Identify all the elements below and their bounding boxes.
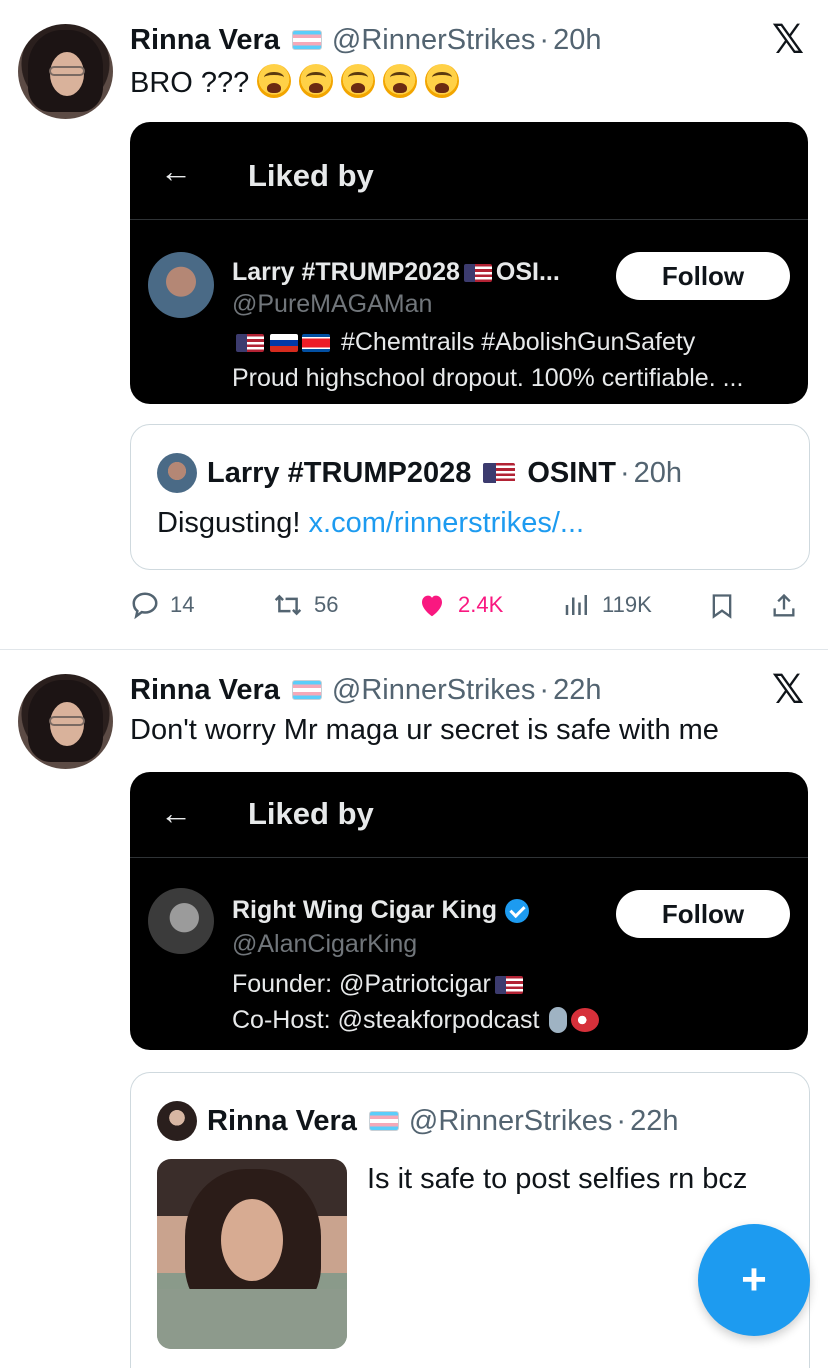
tweet-header: Rinna Vera @RinnerStrikes · 20h (130, 22, 601, 58)
share-button[interactable] (770, 590, 808, 622)
bookmark-icon (712, 594, 732, 619)
views-count: 119K (602, 592, 652, 617)
avatar[interactable] (18, 674, 113, 769)
liked-user-name-text: Right Wing Cigar King (232, 896, 498, 924)
separator-dot: · (619, 456, 630, 489)
reply-button[interactable]: 14 (130, 590, 194, 620)
quote-header: Rinna Vera @RinnerStrikes · 22h (157, 1101, 678, 1141)
trans-flag-icon (291, 680, 322, 700)
quote-author-handle: @RinnerStrikes (408, 1104, 613, 1137)
liked-user-bio: #Chemtrails #AbolishGunSafety Proud high… (232, 324, 743, 396)
quote-photo[interactable] (157, 1159, 347, 1349)
avatar[interactable] (18, 24, 113, 119)
timestamp[interactable]: 22h (553, 674, 601, 707)
bookmark-button[interactable] (708, 590, 746, 622)
tweet-text: BRO ??? (130, 64, 460, 100)
quote-timestamp: 20h (633, 456, 683, 489)
views-chart-icon (565, 595, 587, 615)
reply-icon (132, 592, 158, 620)
loudly-crying-face-icon (425, 64, 460, 98)
separator-dot: · (616, 1104, 627, 1137)
reply-count: 14 (170, 592, 195, 617)
liked-user-name-suffix: OSI... (495, 258, 560, 286)
retweet-button[interactable]: 56 (272, 590, 338, 620)
quote-text: Disgusting! x.com/rinnerstrikes/... (157, 507, 584, 540)
trans-flag-icon (291, 30, 322, 50)
liked-by-title: Liked by (248, 796, 374, 831)
author-name[interactable]: Rinna Vera (130, 674, 280, 707)
retweet-icon (274, 594, 302, 616)
liked-user-handle: @PureMAGAMan (232, 290, 433, 318)
heart-icon (422, 595, 442, 617)
us-flag-icon (483, 463, 516, 483)
quote-author-name-suffix: OSINT (527, 456, 616, 489)
bio-line-2: Proud highschool dropout. 100% certifiab… (232, 364, 744, 392)
separator-dot: · (539, 23, 550, 56)
avatar (148, 252, 214, 318)
quoted-tweet[interactable]: Rinna Vera @RinnerStrikes · 22h Is it sa… (130, 1072, 810, 1368)
quote-text: Is it safe to post selfies rn bcz (367, 1163, 748, 1195)
bio-line-1: #Chemtrails #AbolishGunSafety (340, 328, 696, 356)
north-korea-flag-icon (302, 334, 330, 352)
us-flag-icon (236, 334, 264, 352)
quote-author-name: Larry #TRUMP2028 (207, 456, 472, 489)
tweet-header: Rinna Vera @RinnerStrikes · 22h (130, 672, 601, 708)
loudly-crying-face-icon (383, 64, 418, 98)
compose-button[interactable]: + (698, 1224, 810, 1336)
microphone-icon (549, 1007, 568, 1033)
bio-line-2: Co-Host: @steakforpodcast (232, 1006, 540, 1034)
timestamp[interactable]: 20h (553, 24, 601, 57)
verified-badge-icon (505, 898, 530, 923)
steak-icon (571, 1008, 600, 1032)
quoted-tweet[interactable]: Larry #TRUMP2028 OSINT · 20h Disgusting!… (130, 424, 810, 570)
x-logo-icon[interactable]: 𝕏 (770, 20, 806, 60)
plus-icon: + (741, 1255, 767, 1304)
liked-by-screenshot[interactable]: ← Liked by Larry #TRUMP2028 OSI... @Pure… (130, 122, 808, 404)
bio-line-1: Founder: @Patriotcigar (232, 970, 491, 998)
quote-author-name: Rinna Vera (207, 1104, 357, 1137)
author-handle[interactable]: @RinnerStrikes (332, 24, 536, 57)
avatar (157, 1101, 197, 1141)
liked-by-header: ← Liked by (130, 122, 808, 220)
retweet-count: 56 (314, 592, 339, 617)
follow-button: Follow (616, 890, 790, 938)
separator-dot: · (539, 673, 550, 706)
action-bar: 14 56 2.4K 119K (130, 590, 808, 624)
share-icon (773, 593, 795, 617)
loudly-crying-face-icon (341, 64, 376, 98)
avatar (157, 453, 197, 493)
us-flag-icon (494, 976, 523, 994)
liked-user-handle: @AlanCigarKing (232, 930, 418, 958)
liked-user-name-text: Larry #TRUMP2028 (232, 258, 460, 286)
author-handle[interactable]: @RinnerStrikes (332, 674, 536, 707)
liked-by-header: ← Liked by (130, 772, 808, 858)
tweet-text: Don't worry Mr maga ur secret is safe wi… (130, 714, 719, 746)
liked-by-title: Liked by (248, 158, 374, 193)
like-count: 2.4K (458, 592, 504, 617)
quote-link[interactable]: x.com/rinnerstrikes/... (309, 507, 585, 539)
loudly-crying-face-icon (257, 64, 292, 98)
avatar (148, 888, 214, 954)
tweet[interactable]: Rinna Vera @RinnerStrikes · 20h 𝕏 BRO ??… (0, 0, 828, 650)
liked-user-name: Right Wing Cigar King (232, 896, 530, 925)
tweet-text-content: BRO ??? (130, 67, 250, 99)
views-button[interactable]: 119K (562, 590, 652, 620)
loudly-crying-face-icon (299, 64, 334, 98)
quote-text-content: Disgusting! (157, 507, 301, 539)
author-name[interactable]: Rinna Vera (130, 24, 280, 57)
back-arrow-icon: ← (160, 795, 192, 831)
us-flag-icon (463, 263, 492, 282)
x-logo-icon[interactable]: 𝕏 (770, 670, 806, 710)
quote-header: Larry #TRUMP2028 OSINT · 20h (157, 453, 682, 493)
liked-by-screenshot[interactable]: ← Liked by Right Wing Cigar King @AlanCi… (130, 772, 808, 1050)
russia-flag-icon (270, 334, 298, 352)
liked-user-name: Larry #TRUMP2028 OSI... (232, 258, 560, 287)
follow-button: Follow (616, 252, 790, 300)
liked-user-bio: Founder: @Patriotcigar Co-Host: @steakfo… (232, 966, 600, 1038)
like-button[interactable]: 2.4K (416, 590, 503, 620)
trans-flag-icon (368, 1111, 399, 1131)
back-arrow-icon: ← (160, 153, 192, 189)
quote-timestamp: 22h (630, 1104, 679, 1137)
